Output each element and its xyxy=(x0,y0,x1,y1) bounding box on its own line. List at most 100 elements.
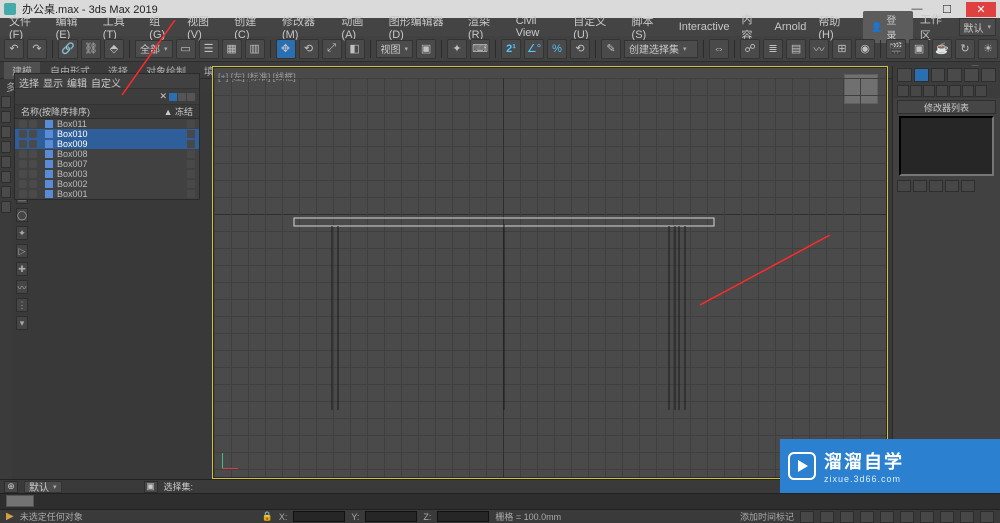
render-setup-button[interactable]: 🎬 xyxy=(886,39,906,59)
render-production-button[interactable]: ☕ xyxy=(932,39,952,59)
timeline-sel-icon[interactable]: ▣ xyxy=(144,481,158,493)
filter-helpers-icon[interactable]: ✚ xyxy=(16,262,28,276)
scene-menu-edit[interactable]: 编辑 xyxy=(67,75,87,87)
freeze-icon[interactable] xyxy=(29,160,37,168)
modifier-stack[interactable] xyxy=(899,116,994,176)
scene-row[interactable]: Box008 xyxy=(15,149,199,159)
nav-zoom-icon[interactable] xyxy=(920,511,934,523)
left-tool-6[interactable] xyxy=(1,171,11,183)
curve-editor-button[interactable]: 〰 xyxy=(809,39,829,59)
cmd-tab-hierarchy[interactable] xyxy=(931,68,946,82)
menu-create[interactable]: 创建(C) xyxy=(229,13,275,41)
nav-maximize-icon[interactable] xyxy=(980,511,994,523)
freeze-icon[interactable] xyxy=(29,170,37,178)
scene-row[interactable]: Box011 xyxy=(15,119,199,129)
menu-edit[interactable]: 编辑(E) xyxy=(51,13,96,41)
visibility-icon[interactable] xyxy=(19,130,27,138)
visibility-icon[interactable] xyxy=(19,160,27,168)
visibility-icon[interactable] xyxy=(19,180,27,188)
use-pivot-button[interactable]: ▣ xyxy=(416,39,436,59)
nav-goto-start-icon[interactable] xyxy=(800,511,814,523)
visibility-icon[interactable] xyxy=(19,190,27,198)
menu-tools[interactable]: 工具(T) xyxy=(98,13,143,41)
time-slider[interactable] xyxy=(0,493,1000,509)
schematic-view-button[interactable]: ⊞ xyxy=(832,39,852,59)
menu-arnold[interactable]: Arnold xyxy=(770,21,812,33)
stack-show-icon[interactable] xyxy=(913,180,927,192)
angle-snap-button[interactable]: ∠° xyxy=(524,39,544,59)
visibility-icon[interactable] xyxy=(19,120,27,128)
visibility-icon[interactable] xyxy=(19,170,27,178)
cmd-sub-3[interactable] xyxy=(923,85,935,97)
redo-button[interactable]: ↷ xyxy=(27,39,47,59)
menu-script[interactable]: 脚本(S) xyxy=(627,13,672,41)
scene-menu-display[interactable]: 显示 xyxy=(43,75,63,87)
freeze-icon[interactable] xyxy=(29,120,37,128)
frozen-cell[interactable] xyxy=(187,130,195,138)
stack-unique-icon[interactable] xyxy=(929,180,943,192)
toggle-ribbon-button[interactable]: ▤ xyxy=(786,39,806,59)
scene-col-frozen[interactable]: ▲ 冻结 xyxy=(164,105,193,118)
filter-shapes-icon[interactable]: ◯ xyxy=(16,208,28,222)
freeze-icon[interactable] xyxy=(29,180,37,188)
scene-menu-custom[interactable]: 自定义 xyxy=(91,75,121,87)
frozen-cell[interactable] xyxy=(187,160,195,168)
frozen-cell[interactable] xyxy=(187,140,195,148)
select-region-button[interactable]: ▦ xyxy=(222,39,242,59)
menu-customize[interactable]: 自定义(U) xyxy=(568,13,624,41)
scene-view-icon-3[interactable] xyxy=(187,93,195,101)
menu-modifiers[interactable]: 修改器(M) xyxy=(277,13,334,41)
selection-filter-dropdown[interactable]: 全部 xyxy=(135,40,173,58)
filter-collapse-icon[interactable]: ▾ xyxy=(16,316,28,330)
nav-zoomext-icon[interactable] xyxy=(940,511,954,523)
layer-explorer-button[interactable]: ≣ xyxy=(763,39,783,59)
frozen-cell[interactable] xyxy=(187,180,195,188)
viewport-left[interactable]: [+] [左] [标准] [线框] xyxy=(212,66,888,479)
ref-coord-dropdown[interactable]: 视图 xyxy=(376,40,414,58)
nav-orbit-icon[interactable] xyxy=(960,511,974,523)
stack-config-icon[interactable] xyxy=(961,180,975,192)
nav-next-frame-icon[interactable] xyxy=(860,511,874,523)
keyboard-shortcut-button[interactable]: ⌨ xyxy=(470,39,490,59)
frozen-cell[interactable] xyxy=(187,120,195,128)
menu-group[interactable]: 组(G) xyxy=(144,13,180,41)
menu-civil[interactable]: Civil View xyxy=(511,15,567,39)
filter-bone-icon[interactable]: ⋮ xyxy=(16,298,28,312)
visibility-icon[interactable] xyxy=(19,150,27,158)
cmd-tab-utilities[interactable] xyxy=(981,68,996,82)
frozen-cell[interactable] xyxy=(187,150,195,158)
timeline-tool-1[interactable]: ⊕ xyxy=(4,481,18,493)
frozen-cell[interactable] xyxy=(187,190,195,198)
left-tool-5[interactable] xyxy=(1,156,11,168)
cmd-sub-7[interactable] xyxy=(975,85,987,97)
scale-button[interactable]: ⤢ xyxy=(322,39,342,59)
left-tool-8[interactable] xyxy=(1,201,11,213)
cmd-tab-display[interactable] xyxy=(964,68,979,82)
nav-prev-frame-icon[interactable] xyxy=(820,511,834,523)
percent-snap-button[interactable]: % xyxy=(547,39,567,59)
menu-render[interactable]: 渲染(R) xyxy=(463,13,509,41)
link-button[interactable]: 🔗 xyxy=(58,39,78,59)
window-crossing-button[interactable]: ▥ xyxy=(245,39,265,59)
undo-button[interactable]: ↶ xyxy=(4,39,24,59)
freeze-icon[interactable] xyxy=(29,150,37,158)
menu-graph[interactable]: 图形编辑器(D) xyxy=(384,13,461,41)
cmd-tab-motion[interactable] xyxy=(947,68,962,82)
cmd-sub-2[interactable] xyxy=(910,85,922,97)
cmd-sub-5[interactable] xyxy=(949,85,961,97)
playhead[interactable] xyxy=(6,495,34,507)
select-object-button[interactable]: ▭ xyxy=(176,39,196,59)
coord-z-field[interactable] xyxy=(437,511,489,522)
autokey-mode-dropdown[interactable]: 默认 xyxy=(24,481,62,493)
scene-view-icon-2[interactable] xyxy=(178,93,186,101)
manipulate-button[interactable]: ✦ xyxy=(447,39,467,59)
maxscript-icon[interactable]: ▶ xyxy=(6,511,14,522)
modifier-list-dropdown[interactable]: 修改器列表 xyxy=(897,100,996,114)
nav-pan-icon[interactable] xyxy=(900,511,914,523)
scene-row[interactable]: Box010 xyxy=(15,129,199,139)
coord-y-field[interactable] xyxy=(365,511,417,522)
scene-row[interactable]: Box007 xyxy=(15,159,199,169)
close-button[interactable]: ✕ xyxy=(966,2,996,17)
named-sel-dropdown[interactable]: 创建选择集 xyxy=(624,40,698,58)
visibility-icon[interactable] xyxy=(19,140,27,148)
